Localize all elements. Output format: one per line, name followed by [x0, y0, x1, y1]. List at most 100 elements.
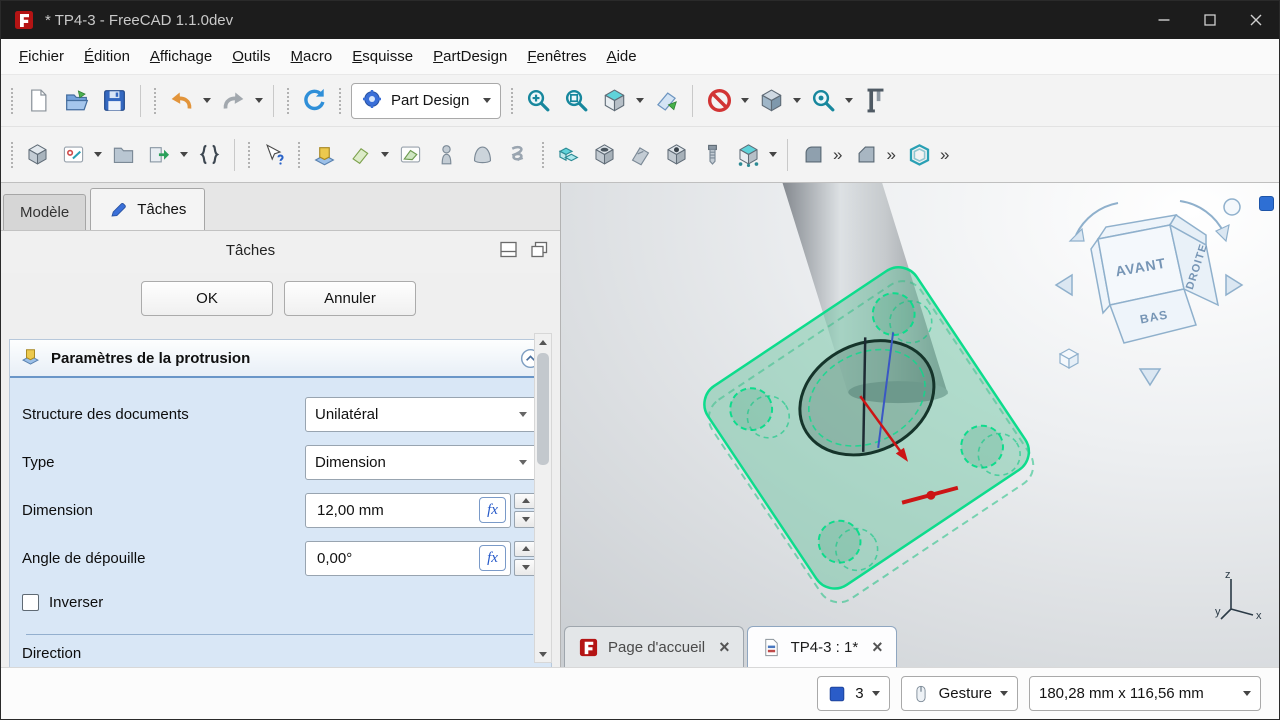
- rotate-right-arrow[interactable]: [1226, 275, 1242, 295]
- groove-button[interactable]: [622, 134, 658, 176]
- redo-button[interactable]: [214, 80, 252, 122]
- group-folder-button[interactable]: [105, 134, 141, 176]
- create-sketch-dropdown-arrow[interactable]: [91, 134, 105, 176]
- close-button[interactable]: [1233, 1, 1279, 39]
- zoom-all-button[interactable]: [557, 80, 595, 122]
- dock-panel-icon[interactable]: [500, 241, 517, 258]
- toolbar-drag-handle[interactable]: [154, 88, 156, 114]
- rotate-down-arrow[interactable]: [1140, 369, 1160, 385]
- section-plane-button[interactable]: [647, 80, 685, 122]
- save-button[interactable]: [95, 80, 133, 122]
- navcube-sphere-button[interactable]: [1224, 199, 1240, 215]
- iso-view-dropdown-arrow[interactable]: [633, 80, 647, 122]
- doc-tab[interactable]: Page d'accueil×: [564, 626, 744, 667]
- create-sketch-button[interactable]: [55, 134, 91, 176]
- whats-this-button[interactable]: [256, 134, 292, 176]
- stop-navigation-dropdown-arrow[interactable]: [738, 80, 752, 122]
- doc-tab[interactable]: TP4-3 : 1*×: [747, 626, 897, 667]
- export-dropdown-arrow[interactable]: [177, 134, 191, 176]
- chamfer-button[interactable]: [848, 134, 884, 176]
- additive-loft-button[interactable]: [464, 134, 500, 176]
- undo-dropdown-arrow[interactable]: [200, 80, 214, 122]
- menu-item-partdesign[interactable]: PartDesign: [423, 42, 517, 71]
- length-input[interactable]: 12,00 mm fx: [305, 493, 511, 528]
- toolbar-drag-handle[interactable]: [248, 142, 250, 168]
- hole-button[interactable]: [658, 134, 694, 176]
- expression-fx-button[interactable]: fx: [479, 545, 506, 571]
- nav-mini-button[interactable]: [1259, 196, 1274, 211]
- status-combo-0[interactable]: 3: [817, 676, 889, 711]
- rotate-left-arrow[interactable]: [1056, 275, 1072, 295]
- expression-fx-button[interactable]: fx: [479, 497, 506, 523]
- thread-button[interactable]: [694, 134, 730, 176]
- toolbar-drag-handle[interactable]: [511, 88, 513, 114]
- map-sketch-button[interactable]: [392, 134, 428, 176]
- cancel-button[interactable]: Annuler: [284, 281, 416, 316]
- pattern-dropdown-arrow[interactable]: [766, 134, 780, 176]
- toolbar-drag-handle[interactable]: [287, 88, 289, 114]
- scroll-down-icon[interactable]: [535, 646, 551, 662]
- workbench-selector[interactable]: Part Design: [351, 83, 501, 119]
- undo-button[interactable]: [162, 80, 200, 122]
- toolbar-drag-handle[interactable]: [11, 88, 13, 114]
- open-file-button[interactable]: [57, 80, 95, 122]
- taper-angle-input[interactable]: 0,00° fx: [305, 541, 511, 576]
- toolbar-drag-handle[interactable]: [339, 88, 341, 114]
- zoom-in-button[interactable]: [519, 80, 557, 122]
- stop-navigation-button[interactable]: [700, 80, 738, 122]
- navcube-home-cube[interactable]: [1060, 349, 1078, 368]
- measure-button[interactable]: [856, 80, 894, 122]
- status-combo-2[interactable]: 180,28 mm x 116,56 mm: [1029, 676, 1261, 711]
- menu-item-aide[interactable]: Aide: [597, 42, 647, 71]
- axonometric-view-dropdown-arrow[interactable]: [790, 80, 804, 122]
- new-file-button[interactable]: [19, 80, 57, 122]
- zoom-selection-button[interactable]: [804, 80, 842, 122]
- 3d-viewport[interactable]: AVANT DROITE BAS: [561, 183, 1279, 667]
- menu-item-edition[interactable]: Édition: [74, 42, 140, 71]
- datum-button[interactable]: [342, 134, 378, 176]
- close-tab-icon[interactable]: ×: [872, 637, 883, 658]
- toolbar-drag-handle[interactable]: [542, 142, 544, 168]
- panel-scrollbar[interactable]: [534, 333, 552, 663]
- create-body-button[interactable]: [19, 134, 55, 176]
- toolbar-drag-handle[interactable]: [11, 142, 13, 168]
- tab-model[interactable]: Modèle: [3, 194, 86, 230]
- zoom-selection-dropdown-arrow[interactable]: [842, 80, 856, 122]
- export-button[interactable]: [141, 134, 177, 176]
- pad-preview-part[interactable]: [693, 259, 1045, 611]
- menu-item-fenetres[interactable]: Fenêtres: [517, 42, 596, 71]
- toolbar-drag-handle[interactable]: [298, 142, 300, 168]
- menu-item-esquisse[interactable]: Esquisse: [342, 42, 423, 71]
- reversed-checkbox[interactable]: [22, 594, 39, 611]
- pad-parameters-header[interactable]: Paramètres de la protrusion: [10, 340, 551, 378]
- fillet-button[interactable]: [795, 134, 831, 176]
- iso-view-button[interactable]: [595, 80, 633, 122]
- scrollbar-thumb[interactable]: [537, 353, 549, 465]
- axonometric-view-button[interactable]: [752, 80, 790, 122]
- scroll-up-icon[interactable]: [535, 334, 551, 350]
- menu-item-macro[interactable]: Macro: [281, 42, 343, 71]
- pocket-button[interactable]: [586, 134, 622, 176]
- minimize-button[interactable]: [1141, 1, 1187, 39]
- toolbar-overflow-button[interactable]: »: [884, 145, 901, 165]
- pad-button[interactable]: [306, 134, 342, 176]
- close-tab-icon[interactable]: ×: [719, 637, 730, 658]
- refresh-button[interactable]: [295, 80, 333, 122]
- additive-helix-button[interactable]: [500, 134, 536, 176]
- toolbar-overflow-button[interactable]: »: [938, 145, 955, 165]
- menu-item-outils[interactable]: Outils: [222, 42, 280, 71]
- redo-dropdown-arrow[interactable]: [252, 80, 266, 122]
- expression-braces-button[interactable]: [191, 134, 227, 176]
- maximize-button[interactable]: [1187, 1, 1233, 39]
- thickness-button[interactable]: [902, 134, 938, 176]
- toolbar-overflow-button[interactable]: »: [831, 145, 848, 165]
- additive-pipe-button[interactable]: [428, 134, 464, 176]
- status-combo-1[interactable]: Gesture: [901, 676, 1018, 711]
- side-select[interactable]: Unilatéral: [305, 397, 537, 432]
- type-select[interactable]: Dimension: [305, 445, 537, 480]
- ok-button[interactable]: OK: [141, 281, 273, 316]
- float-panel-icon[interactable]: [531, 241, 548, 258]
- datum-dropdown-arrow[interactable]: [378, 134, 392, 176]
- pattern-button[interactable]: [730, 134, 766, 176]
- menu-item-fichier[interactable]: Fichier: [9, 42, 74, 71]
